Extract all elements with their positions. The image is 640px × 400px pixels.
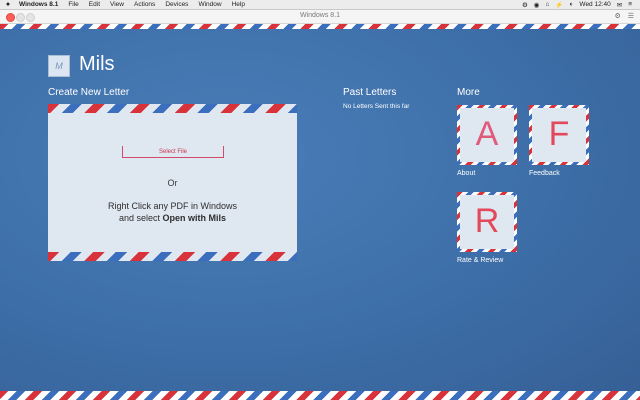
menu-edit[interactable]: Edit xyxy=(89,1,100,8)
or-text: Or xyxy=(167,178,178,188)
status-gear-icon[interactable]: ⚙ xyxy=(522,1,528,9)
menu-window[interactable]: Window xyxy=(198,1,221,8)
mac-menubar: ● Windows 8.1 File Edit View Actions Dev… xyxy=(0,0,640,10)
status-home-icon[interactable]: ⌂ xyxy=(545,1,549,8)
about-letter: A xyxy=(475,115,499,153)
menu-app-name[interactable]: Windows 8.1 xyxy=(19,1,58,8)
apple-icon[interactable]: ● xyxy=(3,1,13,8)
feedback-letter: F xyxy=(548,115,570,153)
status-battery-icon[interactable]: ⚡ xyxy=(555,1,563,9)
select-file-button[interactable]: Select File xyxy=(122,146,224,158)
app-title: Mils xyxy=(79,53,115,75)
about-tile[interactable]: A xyxy=(457,105,517,165)
about-label: About xyxy=(457,170,476,177)
logo-letter: M xyxy=(55,61,63,71)
create-letter-envelope[interactable]: Select File Or Right Click any PDF in Wi… xyxy=(48,104,297,261)
right-click-hint: Right Click any PDF in Windows and selec… xyxy=(48,200,297,224)
past-letters-empty: No Letters Sent this far xyxy=(343,103,410,110)
create-section-title: Create New Letter xyxy=(48,87,130,98)
menu-actions[interactable]: Actions xyxy=(134,1,155,8)
rate-review-tile[interactable]: R xyxy=(457,192,517,252)
menu-devices[interactable]: Devices xyxy=(165,1,188,8)
app-logo: M xyxy=(48,55,70,77)
toolbar-icons: ⚙ ☰ xyxy=(614,12,634,20)
feedback-label: Feedback xyxy=(529,170,560,177)
rate-review-label: Rate & Review xyxy=(457,257,504,264)
status-record-icon[interactable]: ◉ xyxy=(534,1,540,9)
window-titlebar: Windows 8.1 ⚙ ☰ xyxy=(0,10,640,24)
status-clock[interactable]: Wed 12:40 xyxy=(579,1,610,8)
envelope-top-stripe xyxy=(48,104,297,113)
menu-view[interactable]: View xyxy=(110,1,124,8)
window-title: Windows 8.1 xyxy=(299,12,341,19)
menu-file[interactable]: File xyxy=(68,1,78,8)
toolbar-list-icon[interactable]: ☰ xyxy=(628,12,634,20)
past-section-title: Past Letters xyxy=(343,87,397,98)
status-volume-icon[interactable]: ◐ xyxy=(569,1,573,8)
feedback-tile[interactable]: F xyxy=(529,105,589,165)
hint-line-2-bold: Open with Mils xyxy=(162,213,227,223)
menu-help[interactable]: Help xyxy=(232,1,245,8)
more-section-title: More xyxy=(457,87,480,98)
top-airmail-border xyxy=(0,24,640,29)
status-area: ⚙ ◉ ⌂ ⚡ ◐ Wed 12:40 ✉ ≡ xyxy=(522,1,632,9)
hint-line-2-prefix: and select xyxy=(118,213,160,223)
rate-review-letter: R xyxy=(474,202,500,240)
toolbar-gear-icon[interactable]: ⚙ xyxy=(614,12,620,20)
envelope-bottom-stripe xyxy=(48,252,297,261)
status-search-icon[interactable]: ✉ xyxy=(617,1,622,9)
hint-line-1: Right Click any PDF in Windows xyxy=(107,201,238,211)
status-menu-icon[interactable]: ≡ xyxy=(628,1,632,8)
bottom-airmail-border xyxy=(0,391,640,400)
